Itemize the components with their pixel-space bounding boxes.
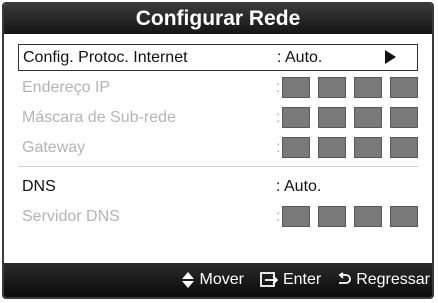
row-subnet-mask: Máscara de Sub-rede : <box>18 106 418 131</box>
row-value: : <box>276 79 281 96</box>
row-value: : <box>276 208 281 225</box>
dns-octets <box>282 206 418 227</box>
hint-enter: Enter <box>260 271 321 289</box>
octet-box <box>282 137 310 158</box>
row-value: : <box>276 109 281 126</box>
row-gateway: Gateway : <box>18 136 418 161</box>
octet-box <box>354 77 382 98</box>
arrow-right-icon[interactable] <box>385 50 396 64</box>
dialog-title: Configurar Rede <box>4 4 432 34</box>
row-dns-server: Servidor DNS : <box>18 205 418 230</box>
hint-move: Mover <box>182 271 244 289</box>
octet-box <box>390 137 418 158</box>
row-label: DNS <box>22 178 56 195</box>
octet-box <box>318 77 346 98</box>
row-value: : Auto. <box>277 49 323 66</box>
footer-hints-bar: Mover Enter Regressar <box>4 263 432 297</box>
row-value: : Auto. <box>276 178 322 195</box>
octet-box <box>354 206 382 227</box>
subnet-octets <box>282 107 418 128</box>
row-ip-address: Endereço IP : <box>18 76 418 101</box>
hint-return: Regressar <box>337 271 430 289</box>
section-divider <box>18 166 418 167</box>
hint-move-label: Mover <box>199 271 244 288</box>
octet-box <box>318 107 346 128</box>
octet-box <box>354 107 382 128</box>
row-label: Config. Protoc. Internet <box>23 49 188 66</box>
octet-box <box>282 206 310 227</box>
octet-box <box>390 206 418 227</box>
octet-box <box>354 137 382 158</box>
octet-box <box>318 206 346 227</box>
hint-enter-label: Enter <box>282 271 322 288</box>
hints: Mover Enter Regressar <box>166 271 430 289</box>
gateway-octets <box>282 137 418 158</box>
row-label: Endereço IP <box>22 79 111 96</box>
return-icon <box>337 272 352 288</box>
ip-octets <box>282 77 418 98</box>
octet-box <box>390 77 418 98</box>
row-label: Servidor DNS <box>22 208 120 225</box>
row-dns[interactable]: DNS : Auto. <box>18 175 418 200</box>
enter-icon <box>260 272 278 288</box>
row-label: Gateway <box>22 139 86 156</box>
octet-box <box>318 137 346 158</box>
octet-box <box>390 107 418 128</box>
settings-list: Config. Protoc. Internet : Auto. Endereç… <box>4 34 432 230</box>
up-down-icon <box>182 272 195 288</box>
octet-box <box>282 107 310 128</box>
row-label: Máscara de Sub-rede <box>22 109 176 126</box>
row-internet-protocol[interactable]: Config. Protoc. Internet : Auto. <box>18 44 418 71</box>
row-value: : <box>276 139 281 156</box>
hint-return-label: Regressar <box>356 271 430 288</box>
octet-box <box>282 77 310 98</box>
network-settings-dialog: Configurar Rede Config. Protoc. Internet… <box>2 2 434 299</box>
